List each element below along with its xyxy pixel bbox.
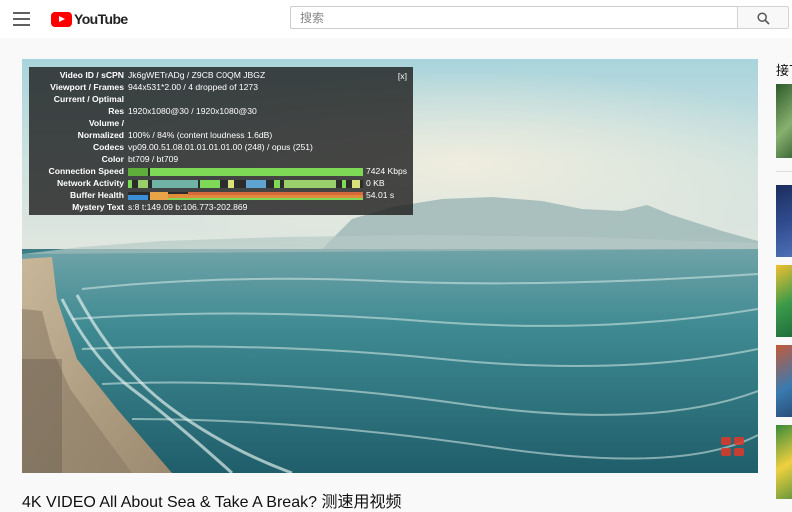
graph-value: 54.01 s bbox=[366, 190, 395, 200]
stat-value: 100% / 84% (content loudness 1.6dB) bbox=[128, 130, 273, 140]
video-player[interactable]: [x] Video ID / sCPN Jk6gWETrADg / Z9CB C… bbox=[22, 59, 758, 473]
recommended-video-thumbnail[interactable] bbox=[776, 185, 792, 257]
masthead: YouTube bbox=[0, 0, 792, 38]
stat-label: Normalized bbox=[77, 130, 124, 140]
stat-res: Res 1920x1080@30 / 1920x1080@30 bbox=[29, 106, 413, 118]
stat-label: Connection Speed bbox=[48, 166, 124, 176]
search-button[interactable] bbox=[737, 6, 789, 29]
stat-label: Color bbox=[101, 154, 124, 164]
stat-current-optimal: Current / Optimal bbox=[29, 94, 413, 106]
divider bbox=[776, 171, 792, 172]
youtube-logo-icon bbox=[51, 11, 72, 27]
stat-color: Color bt709 / bt709 bbox=[29, 154, 413, 166]
menu-icon[interactable] bbox=[13, 12, 30, 26]
stat-label: Current / Optimal bbox=[53, 94, 124, 104]
stat-label: Buffer Health bbox=[70, 190, 124, 200]
search-icon bbox=[757, 12, 770, 25]
graph-value: 0 KB bbox=[366, 178, 385, 188]
stat-value: vp09.00.51.08.01.01.01.01.00 (248) / opu… bbox=[128, 142, 313, 152]
stat-value: Jk6gWETrADg / Z9CB C0QM JBGZ bbox=[128, 70, 266, 80]
stat-value: 944x531*2.00 / 4 dropped of 1273 bbox=[128, 82, 258, 92]
up-next-heading: 接下 bbox=[776, 63, 792, 78]
stat-normalized: Normalized 100% / 84% (content loudness … bbox=[29, 130, 413, 142]
stat-buffer-health: Buffer Health 54.01 s bbox=[29, 190, 413, 202]
channel-watermark bbox=[719, 435, 747, 459]
stat-video-id: Video ID / sCPN Jk6gWETrADg / Z9CB C0QM … bbox=[29, 70, 413, 82]
stat-label: Video ID / sCPN bbox=[59, 70, 124, 80]
recommended-video-thumbnail[interactable] bbox=[776, 425, 792, 499]
stat-label: Codecs bbox=[92, 142, 124, 152]
stat-codecs: Codecs vp09.00.51.08.01.01.01.01.00 (248… bbox=[29, 142, 413, 154]
recommended-video-thumbnail[interactable] bbox=[776, 265, 792, 337]
stat-value: s:8 t:149.09 b:106.773-202.869 bbox=[128, 202, 248, 212]
recommended-video-thumbnail[interactable] bbox=[776, 84, 792, 158]
network-activity-graph bbox=[128, 180, 363, 188]
stat-label: Network Activity bbox=[56, 178, 124, 188]
logo-text: YouTube bbox=[74, 11, 128, 27]
stat-connection-speed: Connection Speed 7424 Kbps bbox=[29, 166, 413, 178]
video-title: 4K VIDEO All About Sea & Take A Break? 测… bbox=[22, 494, 402, 511]
stat-mystery-text: Mystery Text s:8 t:149.09 b:106.773-202.… bbox=[29, 202, 413, 214]
stat-label: Viewport / Frames bbox=[50, 82, 124, 92]
connection-speed-graph bbox=[128, 168, 363, 176]
search-input[interactable] bbox=[290, 6, 737, 29]
buffer-health-graph bbox=[128, 192, 363, 200]
stat-volume: Volume / bbox=[29, 118, 413, 130]
stat-label: Mystery Text bbox=[72, 202, 124, 212]
stat-viewport: Viewport / Frames 944x531*2.00 / 4 dropp… bbox=[29, 82, 413, 94]
stats-for-nerds-panel: [x] Video ID / sCPN Jk6gWETrADg / Z9CB C… bbox=[29, 67, 413, 215]
stat-label: Res bbox=[108, 106, 124, 116]
recommended-video-thumbnail[interactable] bbox=[776, 345, 792, 417]
stat-value: 1920x1080@30 / 1920x1080@30 bbox=[128, 106, 257, 116]
stat-label: Volume / bbox=[88, 118, 124, 128]
youtube-logo[interactable]: YouTube bbox=[51, 11, 128, 27]
graph-value: 7424 Kbps bbox=[366, 166, 408, 176]
stat-network-activity: Network Activity 0 KB bbox=[29, 178, 413, 190]
stat-value: bt709 / bt709 bbox=[128, 154, 179, 164]
